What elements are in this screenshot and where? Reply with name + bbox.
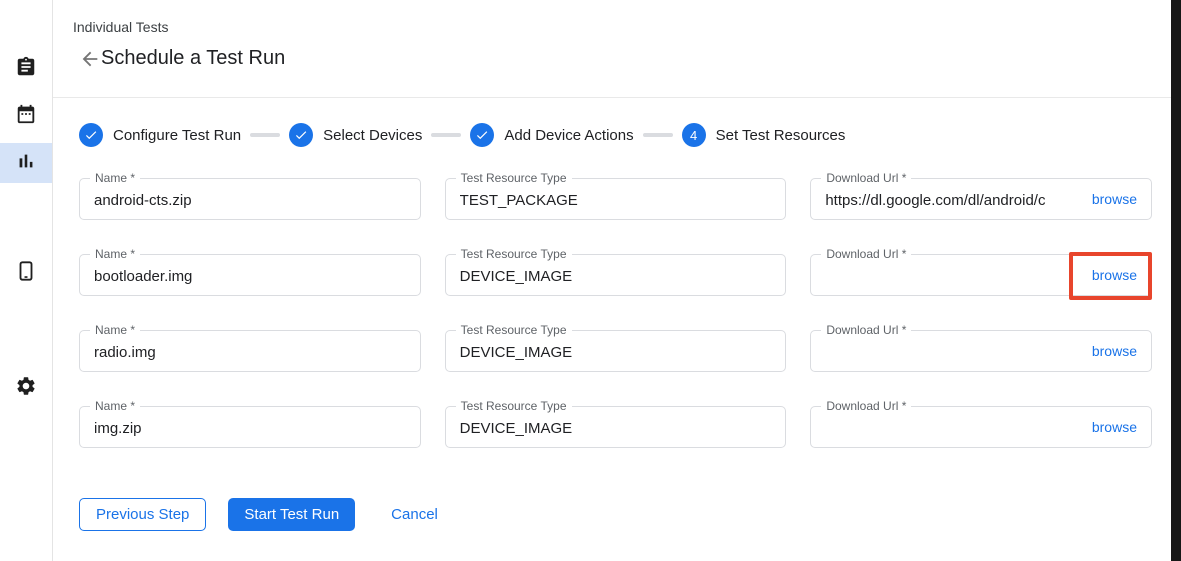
step-complete-check-icon xyxy=(289,123,313,147)
bar-chart-icon xyxy=(15,150,37,177)
resource-name-label: Name * xyxy=(90,399,140,414)
download-url-label: Download Url * xyxy=(821,323,911,338)
resource-name-label: Name * xyxy=(90,247,140,262)
resource-grid: Name * Test Resource Type Download Url *… xyxy=(79,178,1152,448)
clipboard-icon xyxy=(15,56,37,83)
step-number-badge: 4 xyxy=(682,123,706,147)
download-url-field: Download Url * browse xyxy=(810,406,1152,448)
main-content: Individual Tests Schedule a Test Run Con… xyxy=(53,0,1171,561)
right-edge-strip xyxy=(1171,0,1181,561)
download-url-label: Download Url * xyxy=(821,171,911,186)
sidebar-item-settings[interactable] xyxy=(0,368,52,408)
step-label: Set Test Resources xyxy=(716,127,846,144)
header-divider xyxy=(53,97,1171,98)
previous-step-button[interactable]: Previous Step xyxy=(79,498,206,531)
sidebar-item-tests[interactable] xyxy=(0,49,52,89)
resource-name-field: Name * xyxy=(79,178,421,220)
step-complete-check-icon xyxy=(79,123,103,147)
step-label: Select Devices xyxy=(323,127,422,144)
sidebar xyxy=(0,0,53,561)
resource-type-label: Test Resource Type xyxy=(456,171,572,186)
resource-name-label: Name * xyxy=(90,171,140,186)
download-url-field: Download Url * browse xyxy=(810,330,1152,372)
download-url-label: Download Url * xyxy=(821,399,911,414)
page-title: Schedule a Test Run xyxy=(101,47,285,70)
step-label: Configure Test Run xyxy=(113,127,241,144)
sidebar-item-test-plans[interactable] xyxy=(0,96,52,136)
browse-link[interactable]: browse xyxy=(1092,343,1137,359)
step-select-devices[interactable]: Select Devices xyxy=(289,123,422,147)
breadcrumb: Individual Tests xyxy=(73,19,1171,35)
back-arrow-icon[interactable] xyxy=(79,48,101,70)
phone-icon xyxy=(15,260,37,287)
browse-link[interactable]: browse xyxy=(1092,191,1137,207)
gear-icon xyxy=(15,375,37,402)
cancel-button[interactable]: Cancel xyxy=(375,498,454,531)
step-set-test-resources[interactable]: 4 Set Test Resources xyxy=(682,123,846,147)
calendar-icon xyxy=(15,103,37,130)
resource-type-field: Test Resource Type xyxy=(445,254,787,296)
step-configure-test-run[interactable]: Configure Test Run xyxy=(79,123,241,147)
step-connector xyxy=(250,133,280,137)
sidebar-item-devices[interactable] xyxy=(0,253,52,293)
resource-type-label: Test Resource Type xyxy=(456,247,572,262)
resource-name-label: Name * xyxy=(90,323,140,338)
sidebar-item-test-results[interactable] xyxy=(0,143,52,183)
resource-type-field: Test Resource Type xyxy=(445,406,787,448)
download-url-field: Download Url * browse xyxy=(810,178,1152,220)
download-url-field: Download Url * browse xyxy=(810,254,1152,296)
step-connector xyxy=(431,133,461,137)
step-add-device-actions[interactable]: Add Device Actions xyxy=(470,123,633,147)
step-complete-check-icon xyxy=(470,123,494,147)
start-test-run-button[interactable]: Start Test Run xyxy=(228,498,355,531)
stepper: Configure Test Run Select Devices Add De… xyxy=(79,123,845,147)
browse-link[interactable]: browse xyxy=(1092,267,1137,283)
resource-name-field: Name * xyxy=(79,330,421,372)
action-buttons: Previous Step Start Test Run Cancel xyxy=(79,498,454,531)
resource-type-field: Test Resource Type xyxy=(445,330,787,372)
resource-type-label: Test Resource Type xyxy=(456,323,572,338)
page-header: Individual Tests Schedule a Test Run xyxy=(53,0,1171,70)
download-url-label: Download Url * xyxy=(821,247,911,262)
resource-type-label: Test Resource Type xyxy=(456,399,572,414)
resource-type-field: Test Resource Type xyxy=(445,178,787,220)
step-label: Add Device Actions xyxy=(504,127,633,144)
resource-name-field: Name * xyxy=(79,254,421,296)
step-connector xyxy=(643,133,673,137)
browse-link[interactable]: browse xyxy=(1092,419,1137,435)
resource-name-field: Name * xyxy=(79,406,421,448)
